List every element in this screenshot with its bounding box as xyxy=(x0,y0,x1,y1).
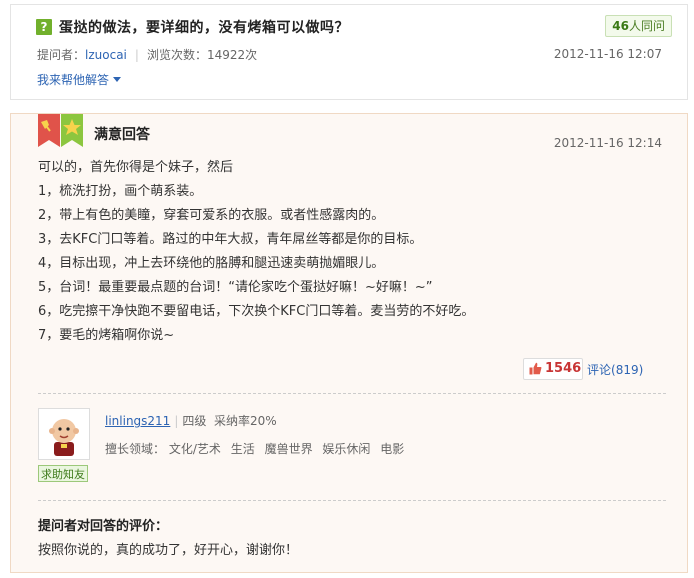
answer-content: 可以的，首先你得是个妹子，然后 1，梳洗打扮，画个萌系装。 2，带上有色的美瞳，… xyxy=(38,156,658,348)
expertise-line: 擅长领域： 文化/艺术 生活 魔兽世界 娱乐休闲 电影 xyxy=(105,440,410,457)
expertise-area[interactable]: 电影 xyxy=(380,442,404,456)
expertise-area[interactable]: 生活 xyxy=(231,442,255,456)
divider xyxy=(38,500,666,501)
ask-friend-button[interactable]: 求助知友 xyxy=(38,465,88,482)
comment-count: (819) xyxy=(611,363,644,377)
help-answer-link[interactable]: 我来帮他解答 xyxy=(37,71,122,88)
answer-line: 5，台词！最重要最点题的台词！“请伦家吃个蛋挞好嘛！~好嘛！~” xyxy=(38,280,433,295)
question-meta: 提问者：lzuocai | 浏览次数：14922次 xyxy=(37,46,257,63)
question-time: 2012-11-16 12:07 xyxy=(553,47,662,61)
answerer-level: 四级 xyxy=(182,414,207,428)
question-title: 蛋挞的做法，要详细的，没有烤箱可以做吗？ xyxy=(59,20,349,36)
view-count: 浏览次数：14922次 xyxy=(146,48,258,62)
answerer-info: linlings211 | 四级 采纳率20% xyxy=(105,412,277,429)
expertise-area[interactable]: 文化/艺术 xyxy=(169,442,221,456)
expertise-label: 擅长领域： xyxy=(105,442,166,456)
evaluation-text: 按照你说的，真的成功了，好开心，谢谢你！ xyxy=(38,543,299,558)
evaluation-title: 提问者对回答的评价： xyxy=(38,519,169,534)
expertise-area[interactable]: 娱乐休闲 xyxy=(322,442,370,456)
like-count: 1546 xyxy=(545,361,582,376)
like-button[interactable]: 1546 xyxy=(523,358,583,380)
answer-line: 2，带上有色的美瞳，穿套可爱系的衣服。或者性感露肉的。 xyxy=(38,208,385,223)
info-separator: | xyxy=(174,414,179,428)
answerer-name-link[interactable]: linlings211 xyxy=(105,414,170,428)
same-question-label: 人同问 xyxy=(628,19,665,33)
thumbs-up-icon xyxy=(529,362,542,375)
comment-link[interactable]: 评论(819) xyxy=(587,361,643,378)
comment-label: 评论 xyxy=(587,363,612,377)
answer-line: 可以的，首先你得是个妹子，然后 xyxy=(38,160,234,175)
answer-line: 7，要毛的烤箱啊你说~ xyxy=(38,328,175,343)
answer-line: 4，目标出现，冲上去环绕他的胳膊和腿迅速卖萌抛媚眼儿。 xyxy=(38,256,385,271)
star-ribbon-icon xyxy=(61,114,83,147)
divider xyxy=(38,393,666,394)
avatar[interactable] xyxy=(38,408,90,460)
best-answer-ribbon-icon xyxy=(38,114,60,147)
answer-time: 2012-11-16 12:14 xyxy=(553,136,662,150)
expertise-area[interactable]: 魔兽世界 xyxy=(265,442,313,456)
adopt-rate: 采纳率20% xyxy=(214,414,277,428)
best-answer-title: 满意回答 xyxy=(94,127,150,143)
meta-separator: | xyxy=(134,48,139,62)
question-icon: ? xyxy=(36,19,52,35)
answer-line: 6，吃完擦干净快跑不要留电话，下次换个KFC门口等着。麦当劳的不好吃。 xyxy=(38,304,475,319)
best-answer-box: 满意回答 2012-11-16 12:14 可以的，首先你得是个妹子，然后 1，… xyxy=(10,113,688,573)
answer-line: 3，去KFC门口等着。路过的中年大叔，青年屌丝等都是你的目标。 xyxy=(38,232,423,247)
asker-name-link[interactable]: lzuocai xyxy=(85,48,127,62)
same-question-button[interactable]: 46人同问 xyxy=(605,15,672,37)
question-box: ? 蛋挞的做法，要详细的，没有烤箱可以做吗？ 46人同问 提问者：lzuocai… xyxy=(10,4,688,100)
same-question-count: 46 xyxy=(612,19,629,33)
asker-label: 提问者： xyxy=(37,48,86,62)
help-answer-label: 我来帮他解答 xyxy=(37,73,110,87)
answer-line: 1，梳洗打扮，画个萌系装。 xyxy=(38,184,203,199)
chevron-down-icon xyxy=(113,77,122,82)
